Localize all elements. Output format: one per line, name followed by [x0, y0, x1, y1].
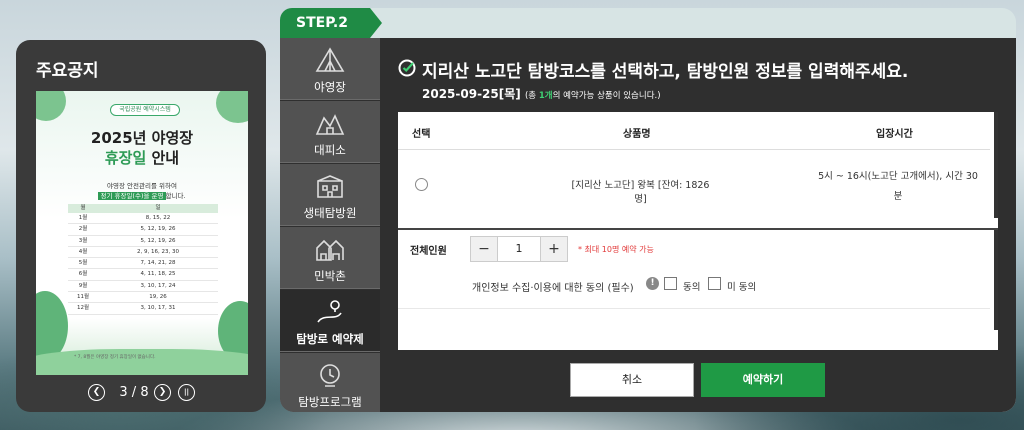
sidebar-item-label: 대피소: [314, 143, 346, 157]
cancel-button[interactable]: 취소: [570, 363, 694, 397]
header-select: 선택: [412, 129, 431, 140]
notice-poster[interactable]: 국립공원 예약시스템 2025년 야영장 휴장일 안내 야영장 안전관리를 위하…: [36, 91, 248, 375]
divider: [398, 308, 990, 309]
reservation-panel: STEP.2 야영장 대피소 생태탐방원 민박촌 탐방로 예약제 탐방프로그램 …: [280, 8, 1016, 412]
building-icon: [317, 175, 343, 198]
table-row: 9월 3, 10, 17, 24: [68, 281, 218, 293]
shelter-icon: [315, 114, 345, 135]
page-heading: 지리산 노고단 탐방코스를 선택하고, 탐방인원 정보를 입력해주세요.: [422, 62, 909, 82]
sidebar-item-label: 민박촌: [314, 269, 346, 283]
entry-time: 5시 ~ 16시(노고단 고개에서), 시간 30: [818, 171, 978, 182]
poster-subtitle-2: 정기 휴장일(수)을 운영 합니다.: [98, 192, 186, 200]
sidebar-item-label: 야영장: [314, 80, 346, 94]
table-row: 11월 19, 26: [68, 292, 218, 304]
table-header: 선택 상품명 입장시간: [398, 112, 990, 150]
poster-footnote: * 7, 8월은 야영장 정기 휴장일이 없습니다.: [74, 355, 156, 360]
houses-icon: [316, 239, 344, 261]
info-icon[interactable]: !: [646, 277, 659, 290]
sidebar-item-campsite[interactable]: 야영장: [280, 38, 380, 100]
header-time: 입장시간: [876, 129, 913, 140]
disagree-label: 미 동의: [727, 282, 757, 293]
table-row[interactable]: [지리산 노고단] 왕복 [잔여: 1826명] 5시 ~ 16시(노고단 고개…: [398, 150, 990, 218]
step-arrow: [370, 8, 382, 38]
sidebar-item-trail-reservation[interactable]: 탐방로 예약제: [280, 290, 380, 352]
visitor-form: 전체인원 − 1 + * 최대 10명 예약 가능 개인정보 수집·이용에 대한…: [398, 228, 998, 350]
consent-label: 개인정보 수집·이용에 대한 동의 (필수): [472, 283, 634, 294]
chevron-left-icon[interactable]: ❮: [88, 384, 105, 401]
agree-label: 동의: [683, 282, 701, 293]
disagree-checkbox[interactable]: [708, 277, 721, 290]
pager-count: 3 / 8: [119, 385, 149, 400]
poster-tag: 국립공원 예약시스템: [110, 104, 180, 116]
grass-decoration: [36, 349, 248, 375]
entry-time-cont: 분: [893, 191, 903, 202]
tent-icon: [315, 47, 345, 72]
headcount-stepper: − 1 +: [470, 236, 568, 262]
headcount-value[interactable]: 1: [497, 237, 541, 261]
poster-title-line2: 휴장일 안내: [104, 149, 180, 167]
sidebar-item-guesthouse[interactable]: 민박촌: [280, 227, 380, 289]
reservation-content: 야영장 대피소 생태탐방원 민박촌 탐방로 예약제 탐방프로그램 지리산 노고단…: [280, 38, 1016, 412]
closure-table: 월 일 1월 8, 15, 22 2월 5, 12, 19, 26 3월 5, 12,…: [68, 204, 218, 315]
course-radio[interactable]: [415, 178, 428, 191]
poster-subtitle: 야영장 안전관리를 위하여: [107, 182, 177, 190]
sidebar-item-program[interactable]: 탐방프로그램: [280, 353, 380, 412]
product-name: [지리산 노고단] 왕복 [잔여: 1826명]: [571, 180, 710, 205]
table-row: 3월 5, 12, 19, 26: [68, 236, 218, 247]
check-circle-icon: [398, 59, 416, 77]
pause-icon[interactable]: ||: [178, 384, 195, 401]
trail-icon: [317, 300, 342, 323]
poster-title: 2025년 야영장: [90, 129, 194, 147]
category-sidebar: 야영장 대피소 생태탐방원 민박촌 탐방로 예약제 탐방프로그램: [280, 38, 380, 412]
agree-checkbox[interactable]: [664, 277, 677, 290]
sidebar-item-eco-center[interactable]: 생태탐방원: [280, 164, 380, 226]
decrement-button[interactable]: −: [471, 237, 497, 261]
headcount-label: 전체인원: [410, 246, 447, 257]
date-info: 2025-09-25[목] (총 1개의 예약가능 상품이 있습니다.): [422, 87, 661, 101]
header-product: 상품명: [623, 129, 651, 140]
table-row: 4월 2, 9, 16, 23, 30: [68, 247, 218, 259]
table-row: 12월 3, 10, 17, 31: [68, 303, 218, 315]
chevron-right-icon[interactable]: ❯: [154, 384, 171, 401]
program-icon: [320, 364, 340, 387]
table-row: 6월 4, 11, 18, 25: [68, 269, 218, 281]
notice-title: 주요공지: [36, 61, 99, 81]
notice-pager: ❮ 3 / 8 ❯ ||: [16, 384, 266, 404]
sidebar-item-label: 생태탐방원: [303, 206, 357, 220]
max-note: * 최대 10명 예약 가능: [578, 245, 654, 254]
table-row: 1월 8, 15, 22: [68, 213, 218, 225]
sidebar-item-shelter[interactable]: 대피소: [280, 101, 380, 163]
increment-button[interactable]: +: [541, 237, 567, 261]
closure-table-header: 월 일: [68, 204, 218, 213]
form-scrollbar[interactable]: [994, 230, 998, 330]
table-row: 2월 5, 12, 19, 26: [68, 224, 218, 236]
step-label: STEP.2: [280, 8, 370, 38]
sidebar-item-label: 탐방로 예약제: [296, 332, 364, 346]
sidebar-item-label: 탐방프로그램: [298, 395, 362, 409]
notice-panel: 주요공지 국립공원 예약시스템 2025년 야영장 휴장일 안내 야영장 안전관…: [16, 40, 266, 412]
table-scrollbar[interactable]: [994, 112, 998, 218]
table-row: 5월 7, 14, 21, 28: [68, 258, 218, 270]
reserve-button[interactable]: 예약하기: [701, 363, 825, 397]
tree-decoration: [36, 91, 66, 121]
tree-decoration: [216, 91, 248, 123]
